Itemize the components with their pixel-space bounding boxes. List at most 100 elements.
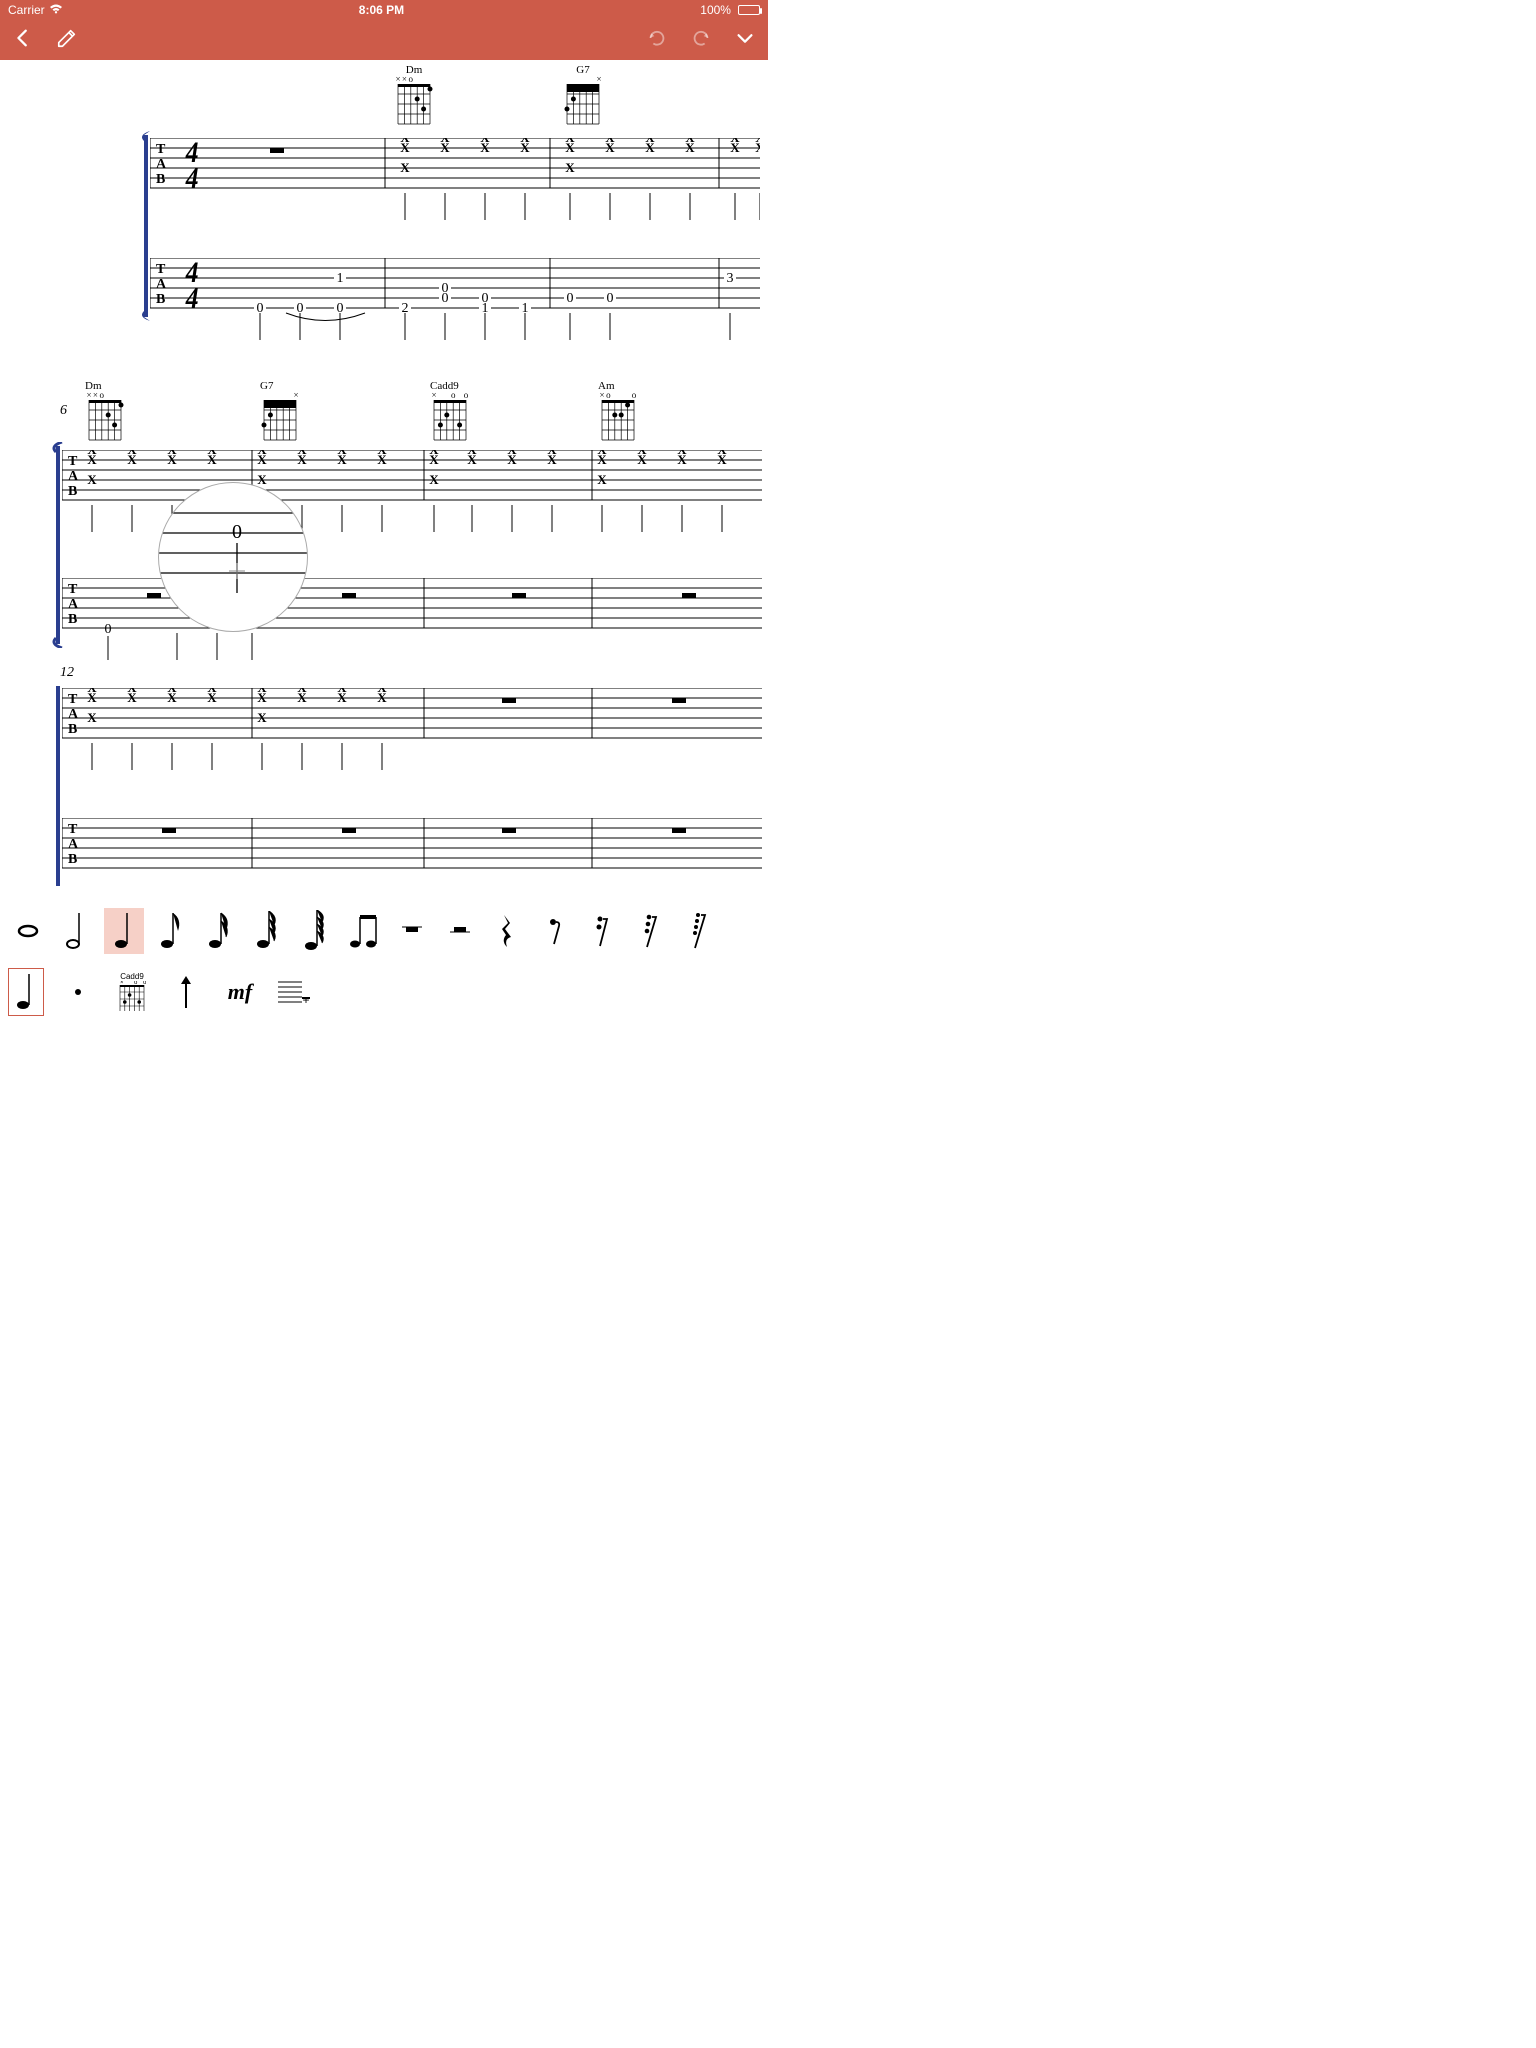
svg-text:A: A <box>68 597 79 612</box>
svg-text:X: X <box>87 690 97 705</box>
toolbar <box>0 20 768 60</box>
svg-text:X: X <box>429 472 439 487</box>
svg-text:×: × <box>293 392 298 400</box>
svg-text:A: A <box>68 707 79 722</box>
svg-text:×: × <box>395 76 400 84</box>
svg-text:×: × <box>431 392 436 400</box>
svg-text:B: B <box>68 852 77 867</box>
edit-button[interactable] <box>56 27 78 54</box>
svg-text:X: X <box>127 690 137 705</box>
svg-text:X: X <box>429 452 439 467</box>
svg-text:X: X <box>730 140 740 155</box>
svg-text:×: × <box>596 76 601 84</box>
svg-text:X: X <box>677 452 687 467</box>
sys1-track1-staff: TAB 4 4 XXXXXXXXXXXXXXXXXXXXXX <box>150 138 760 228</box>
sixtyfourth-note[interactable] <box>296 908 336 954</box>
selected-duration-indicator[interactable] <box>8 968 44 1016</box>
svg-text:T: T <box>156 262 166 277</box>
thirtysecond-rest[interactable] <box>632 908 672 954</box>
svg-text:4: 4 <box>185 162 199 195</box>
svg-text:B: B <box>68 722 77 737</box>
svg-text:X: X <box>400 160 410 175</box>
dot-button[interactable] <box>58 969 98 1015</box>
svg-text:X: X <box>127 452 137 467</box>
eighth-note[interactable] <box>152 908 192 954</box>
status-bar: Carrier 8:06 PM 100% <box>0 0 768 20</box>
sixteenth-note[interactable] <box>200 908 240 954</box>
svg-text:T: T <box>68 822 78 837</box>
svg-text:X: X <box>337 452 347 467</box>
magnifier: 0 <box>158 482 308 632</box>
undo-button[interactable] <box>646 27 668 54</box>
add-staff-button[interactable]: + <box>274 969 314 1015</box>
svg-text:X: X <box>645 140 655 155</box>
svg-text:X: X <box>167 690 177 705</box>
svg-text:X: X <box>207 690 217 705</box>
svg-text:A: A <box>68 469 79 484</box>
svg-text:o: o <box>143 981 146 986</box>
whole-note[interactable] <box>8 908 48 954</box>
svg-text:X: X <box>637 452 647 467</box>
chord-diagram-g7: G7 × <box>563 64 603 131</box>
carrier-label: Carrier <box>8 3 45 17</box>
svg-text:0: 0 <box>105 622 112 637</box>
quarter-rest[interactable] <box>488 908 528 954</box>
svg-text:o: o <box>632 392 637 400</box>
svg-text:B: B <box>156 172 165 187</box>
quarter-note[interactable] <box>104 908 144 954</box>
svg-text:X: X <box>297 690 307 705</box>
expand-button[interactable] <box>734 27 756 54</box>
svg-text:0: 0 <box>607 291 614 306</box>
thirtysecond-note[interactable] <box>248 908 288 954</box>
svg-text:X: X <box>440 140 450 155</box>
redo-button[interactable] <box>690 27 712 54</box>
svg-text:0: 0 <box>442 291 449 306</box>
svg-text:X: X <box>257 710 267 725</box>
svg-text:X: X <box>297 452 307 467</box>
svg-text:X: X <box>597 472 607 487</box>
bar-number-12: 12 <box>60 665 74 681</box>
half-note[interactable] <box>56 908 96 954</box>
note-palette: Cadd9 ×oo mf + <box>0 902 768 1024</box>
svg-text:X: X <box>400 140 410 155</box>
svg-text:0: 0 <box>482 291 489 306</box>
svg-text:X: X <box>685 140 695 155</box>
sixteenth-rest[interactable] <box>584 908 624 954</box>
svg-text:o: o <box>409 76 414 84</box>
bar-number-6: 6 <box>60 403 67 419</box>
svg-text:o: o <box>100 392 105 400</box>
svg-text:X: X <box>480 140 490 155</box>
svg-text:X: X <box>87 472 97 487</box>
svg-text:X: X <box>605 140 615 155</box>
stroke-direction-button[interactable] <box>166 969 206 1015</box>
back-button[interactable] <box>12 27 34 54</box>
svg-text:×: × <box>120 981 124 986</box>
chord-diagram-am: Am ×oo <box>598 380 638 447</box>
dynamics-button[interactable]: mf <box>220 969 260 1015</box>
beamed-eighths[interactable] <box>344 908 384 954</box>
svg-text:A: A <box>68 837 79 852</box>
svg-text:o: o <box>606 392 611 400</box>
chord-button[interactable]: Cadd9 ×oo <box>112 969 152 1015</box>
svg-text:X: X <box>257 690 267 705</box>
svg-text:X: X <box>717 452 727 467</box>
svg-text:X: X <box>377 452 387 467</box>
svg-text:o: o <box>464 392 469 400</box>
svg-text:X: X <box>565 140 575 155</box>
svg-text:X: X <box>167 452 177 467</box>
battery-icon <box>738 5 760 15</box>
score-canvas[interactable]: TAB 4 4 XXXXXXXXXXXXXXXXXXXXXX TAB 4 4 0… <box>0 60 768 902</box>
battery-pct: 100% <box>700 3 731 17</box>
sixtyfourth-rest[interactable] <box>680 908 720 954</box>
svg-text:4: 4 <box>185 282 199 315</box>
svg-text:×: × <box>86 392 91 400</box>
sys1-track2-staff: TAB 4 4 0001200101003 <box>150 258 760 348</box>
svg-text:X: X <box>207 452 217 467</box>
svg-text:B: B <box>156 292 165 307</box>
svg-text:X: X <box>597 452 607 467</box>
half-rest[interactable] <box>440 908 480 954</box>
whole-rest[interactable] <box>392 908 432 954</box>
eighth-rest[interactable] <box>536 908 576 954</box>
svg-text:T: T <box>68 582 78 597</box>
wifi-icon <box>49 3 63 17</box>
